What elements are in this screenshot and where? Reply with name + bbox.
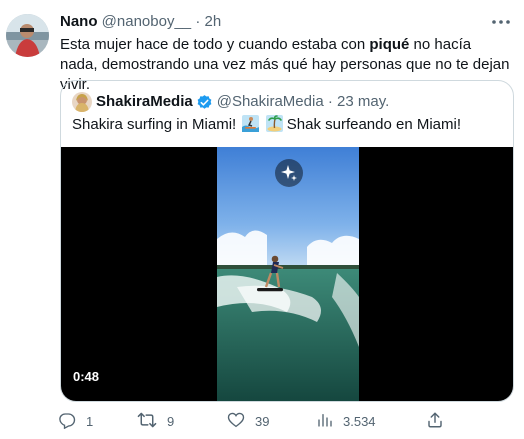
views-icon	[317, 412, 333, 431]
views-count: 3.534	[343, 413, 376, 429]
share-icon	[426, 411, 444, 432]
bold-word: piqué	[369, 36, 410, 53]
share-button[interactable]	[426, 408, 444, 434]
video-duration: 0:48	[69, 367, 104, 387]
like-button[interactable]: 39	[227, 408, 269, 434]
tweet[interactable]: Nano @nanoboy__ · 2h Esta mujer hace de …	[0, 0, 524, 439]
island-emoji-icon	[265, 115, 283, 132]
reply-icon	[58, 411, 76, 432]
reply-button[interactable]: 1	[58, 408, 93, 434]
like-icon	[227, 411, 245, 432]
quoted-handle[interactable]: @ShakiraMedia	[217, 93, 324, 111]
video-player[interactable]: 0:48	[61, 147, 513, 401]
more-icon[interactable]	[490, 12, 512, 32]
separator-dot: ·	[195, 13, 201, 30]
quoted-tweet[interactable]: ShakiraMedia @ShakiraMedia · 23 may. Sha…	[60, 80, 514, 402]
tweet-actions: 1 9 39 3.534	[54, 408, 454, 434]
author-handle[interactable]: @nanoboy__	[102, 13, 191, 30]
retweet-count: 9	[167, 413, 175, 429]
video-thumbnail[interactable]	[217, 147, 359, 401]
quoted-header: ShakiraMedia @ShakiraMedia · 23 may.	[72, 92, 389, 112]
author-name[interactable]: Nano	[60, 13, 98, 30]
quoted-separator: ·	[327, 93, 333, 110]
verified-icon	[196, 94, 213, 111]
sparkle-icon[interactable]	[275, 159, 303, 187]
quoted-avatar	[72, 92, 92, 112]
quoted-time[interactable]: 23 may.	[337, 93, 389, 111]
retweet-button[interactable]: 9	[137, 408, 174, 434]
retweet-icon	[137, 411, 157, 432]
author-avatar[interactable]	[6, 14, 49, 57]
tweet-time[interactable]: 2h	[204, 13, 221, 30]
views-button[interactable]: 3.534	[317, 408, 376, 434]
reply-count: 1	[86, 413, 94, 429]
like-count: 39	[255, 413, 270, 429]
quoted-text: Shakira surfing in Miami! Shak surfeando…	[72, 115, 462, 133]
surfer-emoji-icon	[242, 115, 260, 132]
tweet-header: Nano @nanoboy__ · 2h	[60, 13, 221, 31]
quoted-author-name[interactable]: ShakiraMedia	[96, 93, 193, 111]
